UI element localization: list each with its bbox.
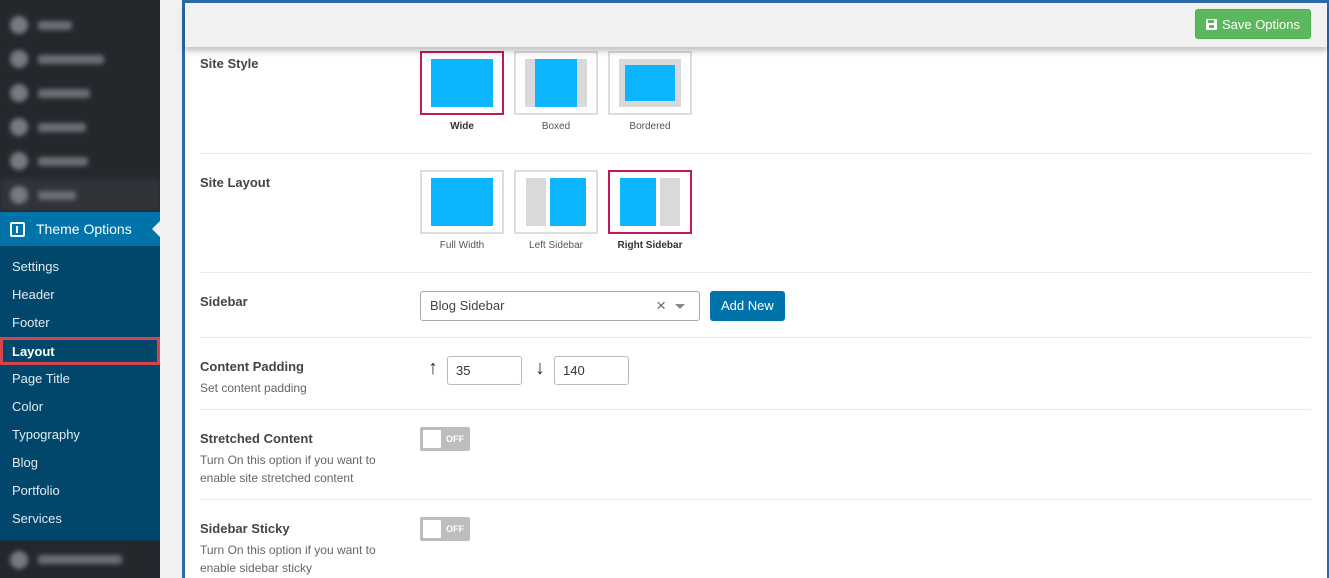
- site-layout-right-sidebar-caption: Right Sidebar: [617, 240, 683, 251]
- stretched-content-label: Stretched Content: [200, 431, 313, 446]
- content-block-icon: [10, 550, 28, 569]
- submenu-item-header[interactable]: Header: [0, 281, 160, 309]
- menu-item-label: Theme Options: [36, 221, 132, 237]
- sidebar-select-value: Blog Sidebar: [430, 298, 505, 313]
- content-padding-label: Content Padding: [200, 359, 304, 374]
- submenu-item-page-title[interactable]: Page Title: [0, 365, 160, 393]
- contact-icon: [10, 118, 28, 136]
- content-gutter: [160, 0, 182, 578]
- admin-sidebar: Theme Options Settings Header Footer Lay…: [0, 0, 160, 578]
- clear-selection-icon[interactable]: ×: [656, 292, 666, 320]
- menu-item-blurred[interactable]: [0, 144, 160, 178]
- row-divider: [200, 337, 1311, 338]
- site-layout-label: Site Layout: [200, 175, 271, 190]
- left-sidebar-preview-sidebar: [526, 178, 546, 226]
- site-style-bordered-option[interactable]: [608, 51, 692, 115]
- save-options-label: Save Options: [1221, 16, 1300, 32]
- theme-options-icon: [10, 221, 25, 237]
- menu-item-blurred[interactable]: [0, 42, 160, 76]
- portfolio-icon: [10, 84, 28, 102]
- menu-item-blurred[interactable]: [0, 8, 160, 42]
- site-style-bordered-caption: Bordered: [629, 121, 671, 132]
- menu-item-blurred[interactable]: [0, 110, 160, 144]
- submenu-item-layout[interactable]: Layout: [0, 337, 160, 365]
- bordered-preview: [625, 65, 675, 101]
- full-width-preview: [431, 178, 493, 226]
- content-padding-description: Set content padding: [200, 381, 307, 395]
- site-layout-full-width-option[interactable]: [420, 170, 504, 234]
- theme-options-submenu: Settings Header Footer Layout Page Title…: [0, 246, 160, 541]
- floppy-disk-icon: [1205, 18, 1217, 30]
- row-divider: [200, 272, 1311, 273]
- submenu-item-color[interactable]: Color: [0, 393, 160, 421]
- submenu-item-portfolio[interactable]: Portfolio: [0, 477, 160, 505]
- add-new-sidebar-button[interactable]: Add New: [710, 291, 785, 321]
- menu-item-blurred[interactable]: [0, 178, 160, 212]
- submenu-item-services[interactable]: Services: [0, 505, 160, 533]
- submenu-item-settings[interactable]: Settings: [0, 253, 160, 281]
- site-layout-left-sidebar-caption: Left Sidebar: [529, 240, 583, 251]
- site-style-boxed-caption: Boxed: [541, 121, 571, 132]
- toggle-knob: [423, 520, 441, 538]
- right-sidebar-preview-sidebar: [660, 178, 680, 226]
- menu-item-blurred[interactable]: [0, 76, 160, 110]
- toggle-state: OFF: [446, 524, 464, 534]
- padding-top-input[interactable]: [447, 356, 522, 385]
- right-sidebar-preview-content: [620, 178, 656, 226]
- site-layout-full-width-caption: Full Width: [439, 240, 485, 251]
- menu-item-theme-options[interactable]: Theme Options: [0, 212, 160, 246]
- submenu-item-footer[interactable]: Footer: [0, 309, 160, 337]
- arrow-up-icon: ↑: [428, 357, 438, 379]
- submenu-item-blog[interactable]: Blog: [0, 449, 160, 477]
- sidebar-label: Sidebar: [200, 294, 248, 309]
- site-style-label: Site Style: [200, 56, 259, 71]
- site-style-wide-option[interactable]: [420, 51, 504, 115]
- row-divider: [200, 409, 1311, 410]
- menu-item-blurred[interactable]: [0, 541, 160, 578]
- row-divider: [200, 153, 1311, 154]
- comments-icon: [10, 50, 28, 68]
- sidebar-sticky-label: Sidebar Sticky: [200, 521, 290, 536]
- site-layout-left-sidebar-option[interactable]: [514, 170, 598, 234]
- options-panel: Save Options Site Style Wide Boxed Borde…: [182, 0, 1329, 578]
- left-sidebar-preview-content: [550, 178, 586, 226]
- submenu-item-typography[interactable]: Typography: [0, 421, 160, 449]
- padding-bottom-input[interactable]: [554, 356, 629, 385]
- sidebar-sticky-description: Turn On this option if you want to enabl…: [200, 543, 376, 575]
- stretched-content-description: Turn On this option if you want to enabl…: [200, 453, 376, 485]
- stretched-content-toggle[interactable]: OFF: [420, 427, 470, 451]
- sidebar-sticky-toggle[interactable]: OFF: [420, 517, 470, 541]
- pages-icon: [10, 16, 28, 34]
- toggle-knob: [423, 430, 441, 448]
- wide-preview: [431, 59, 493, 107]
- reviews-icon: [10, 152, 28, 170]
- chevron-down-icon[interactable]: [675, 304, 685, 309]
- toggle-state: OFF: [446, 434, 464, 444]
- save-options-button[interactable]: Save Options: [1194, 9, 1311, 39]
- tools-icon: [10, 186, 28, 204]
- site-layout-right-sidebar-option[interactable]: [608, 170, 692, 234]
- row-divider: [200, 499, 1311, 500]
- options-toolbar: Save Options: [185, 3, 1327, 47]
- site-style-boxed-option[interactable]: [514, 51, 598, 115]
- boxed-preview: [535, 59, 577, 107]
- site-style-wide-caption: Wide: [450, 121, 474, 132]
- sidebar-select[interactable]: Blog Sidebar ×: [420, 291, 700, 321]
- arrow-down-icon: ↓: [535, 357, 545, 379]
